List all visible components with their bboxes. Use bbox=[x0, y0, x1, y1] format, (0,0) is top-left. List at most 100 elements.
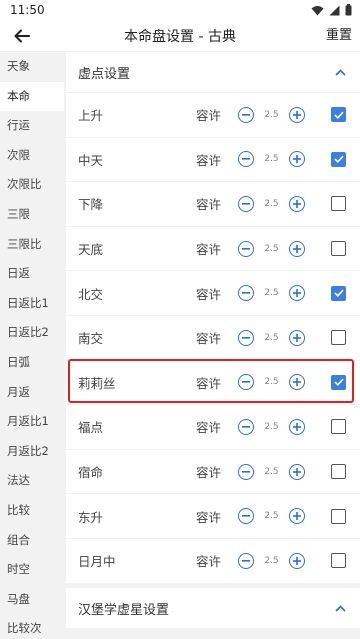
sidebar-item[interactable]: 日返比2 bbox=[0, 318, 64, 348]
enable-checkbox[interactable] bbox=[331, 241, 346, 257]
sidebar-item[interactable]: 比较 bbox=[0, 496, 64, 526]
decrease-button[interactable] bbox=[238, 418, 254, 435]
sidebar-item[interactable]: 日返比1 bbox=[0, 289, 64, 319]
setting-row: 东升 容许 2.5 bbox=[66, 494, 360, 539]
sidebar-item[interactable]: 天象 bbox=[0, 52, 64, 82]
decrease-button[interactable] bbox=[238, 463, 254, 480]
tolerance-label: 容许 bbox=[196, 465, 222, 481]
increase-button[interactable] bbox=[289, 463, 305, 480]
sidebar-item[interactable]: 次限 bbox=[0, 141, 64, 171]
increase-button[interactable] bbox=[289, 552, 305, 569]
increase-button[interactable] bbox=[289, 374, 305, 391]
decrease-button[interactable] bbox=[238, 508, 254, 525]
row-label: 上升 bbox=[78, 108, 104, 124]
decrease-button[interactable] bbox=[238, 329, 254, 346]
page-title: 本命盘设置 - 古典 bbox=[124, 28, 236, 45]
enable-checkbox[interactable] bbox=[331, 285, 346, 301]
increase-button[interactable] bbox=[289, 418, 305, 435]
setting-row: 南交 容许 2.5 bbox=[66, 316, 360, 361]
section-header-virtual-points[interactable]: 虚点设置 bbox=[66, 52, 360, 93]
tolerance-value: 2.5 bbox=[264, 555, 279, 566]
decrease-button[interactable] bbox=[238, 240, 254, 257]
app-bar: 本命盘设置 - 古典 重置 bbox=[0, 20, 360, 52]
sidebar-item[interactable]: 月返比2 bbox=[0, 437, 64, 467]
sidebar-item[interactable]: 日弧 bbox=[0, 348, 64, 378]
sidebar-item[interactable]: 次限比 bbox=[0, 170, 64, 200]
decrease-button[interactable] bbox=[238, 552, 254, 569]
tolerance-label: 容许 bbox=[196, 286, 222, 302]
plus-circle-icon bbox=[293, 512, 301, 521]
tolerance-label: 容许 bbox=[196, 108, 222, 124]
enable-checkbox[interactable] bbox=[331, 107, 346, 123]
minus-circle-icon bbox=[242, 470, 250, 473]
setting-row: 上升 容许 2.5 bbox=[66, 93, 360, 138]
tolerance-value: 2.5 bbox=[264, 154, 279, 165]
reset-button[interactable]: 重置 bbox=[326, 20, 352, 52]
increase-button[interactable] bbox=[289, 195, 305, 212]
status-icons bbox=[311, 4, 352, 16]
decrease-button[interactable] bbox=[238, 106, 254, 123]
sidebar-item[interactable]: 月返比1 bbox=[0, 407, 64, 437]
enable-checkbox[interactable] bbox=[331, 553, 346, 569]
enable-checkbox[interactable] bbox=[331, 464, 346, 480]
increase-button[interactable] bbox=[289, 329, 305, 346]
sidebar-item[interactable]: 日返 bbox=[0, 259, 64, 289]
tolerance-value: 2.5 bbox=[264, 421, 279, 432]
section-title: 虚点设置 bbox=[78, 66, 131, 82]
sidebar-item[interactable]: 法达 bbox=[0, 466, 64, 496]
enable-checkbox[interactable] bbox=[331, 508, 346, 524]
check-icon bbox=[333, 156, 344, 164]
setting-row: 中天 容许 2.5 bbox=[66, 138, 360, 183]
row-label: 中天 bbox=[78, 152, 104, 168]
decrease-button[interactable] bbox=[238, 195, 254, 212]
section-header-hamburg[interactable]: 汉堡学虚星设置 bbox=[66, 588, 360, 628]
tolerance-value: 2.5 bbox=[264, 243, 279, 254]
battery-icon bbox=[345, 4, 352, 16]
sidebar-item[interactable]: 比较次 bbox=[0, 614, 64, 639]
check-icon bbox=[333, 111, 344, 119]
sidebar: 天象 本命 行运 次限 次限比 三限 三限比 日返 日返比1 日返比2 日弧 月返 月返比1 月返比2 法达… bbox=[0, 52, 64, 639]
setting-row: 日月中 容许 2.5 bbox=[66, 539, 360, 584]
enable-checkbox[interactable] bbox=[331, 374, 346, 390]
check-icon bbox=[333, 379, 344, 387]
increase-button[interactable] bbox=[289, 106, 305, 123]
sidebar-item[interactable]: 本命 bbox=[0, 81, 64, 112]
tolerance-label: 容许 bbox=[196, 375, 222, 391]
sidebar-item[interactable]: 马盘 bbox=[0, 585, 64, 615]
tolerance-value: 2.5 bbox=[264, 198, 279, 209]
enable-checkbox[interactable] bbox=[331, 419, 346, 435]
minus-circle-icon bbox=[242, 381, 250, 383]
sidebar-item[interactable]: 月返 bbox=[0, 378, 64, 408]
setting-row: 福点 容许 2.5 bbox=[66, 405, 360, 450]
wifi-icon bbox=[311, 5, 324, 15]
enable-checkbox[interactable] bbox=[331, 151, 346, 167]
sidebar-item[interactable]: 时空 bbox=[0, 555, 64, 585]
tolerance-label: 容许 bbox=[196, 152, 222, 168]
tolerance-value: 2.5 bbox=[264, 511, 279, 522]
increase-button[interactable] bbox=[289, 508, 305, 525]
setting-row: 天底 容许 2.5 bbox=[66, 227, 360, 272]
decrease-button[interactable] bbox=[238, 374, 254, 391]
sidebar-item[interactable]: 组合 bbox=[0, 526, 64, 556]
setting-row: 宿命 容许 2.5 bbox=[66, 450, 360, 495]
minus-circle-icon bbox=[242, 336, 250, 339]
decrease-button[interactable] bbox=[238, 285, 254, 302]
chevron-up-icon[interactable] bbox=[335, 68, 346, 76]
minus-circle-icon bbox=[242, 113, 250, 116]
plus-circle-icon bbox=[293, 289, 301, 298]
tolerance-label: 容许 bbox=[196, 509, 222, 525]
sidebar-item[interactable]: 三限 bbox=[0, 200, 64, 230]
increase-button[interactable] bbox=[289, 151, 305, 168]
plus-circle-icon bbox=[293, 333, 301, 342]
back-button[interactable] bbox=[0, 20, 44, 52]
minus-circle-icon bbox=[242, 158, 250, 160]
tolerance-label: 容许 bbox=[196, 554, 222, 570]
decrease-button[interactable] bbox=[238, 151, 254, 168]
increase-button[interactable] bbox=[289, 285, 305, 302]
chevron-up-icon[interactable] bbox=[335, 604, 346, 612]
enable-checkbox[interactable] bbox=[331, 196, 346, 212]
sidebar-item[interactable]: 行运 bbox=[0, 111, 64, 141]
enable-checkbox[interactable] bbox=[331, 330, 346, 346]
increase-button[interactable] bbox=[289, 240, 305, 257]
sidebar-item[interactable]: 三限比 bbox=[0, 230, 64, 260]
